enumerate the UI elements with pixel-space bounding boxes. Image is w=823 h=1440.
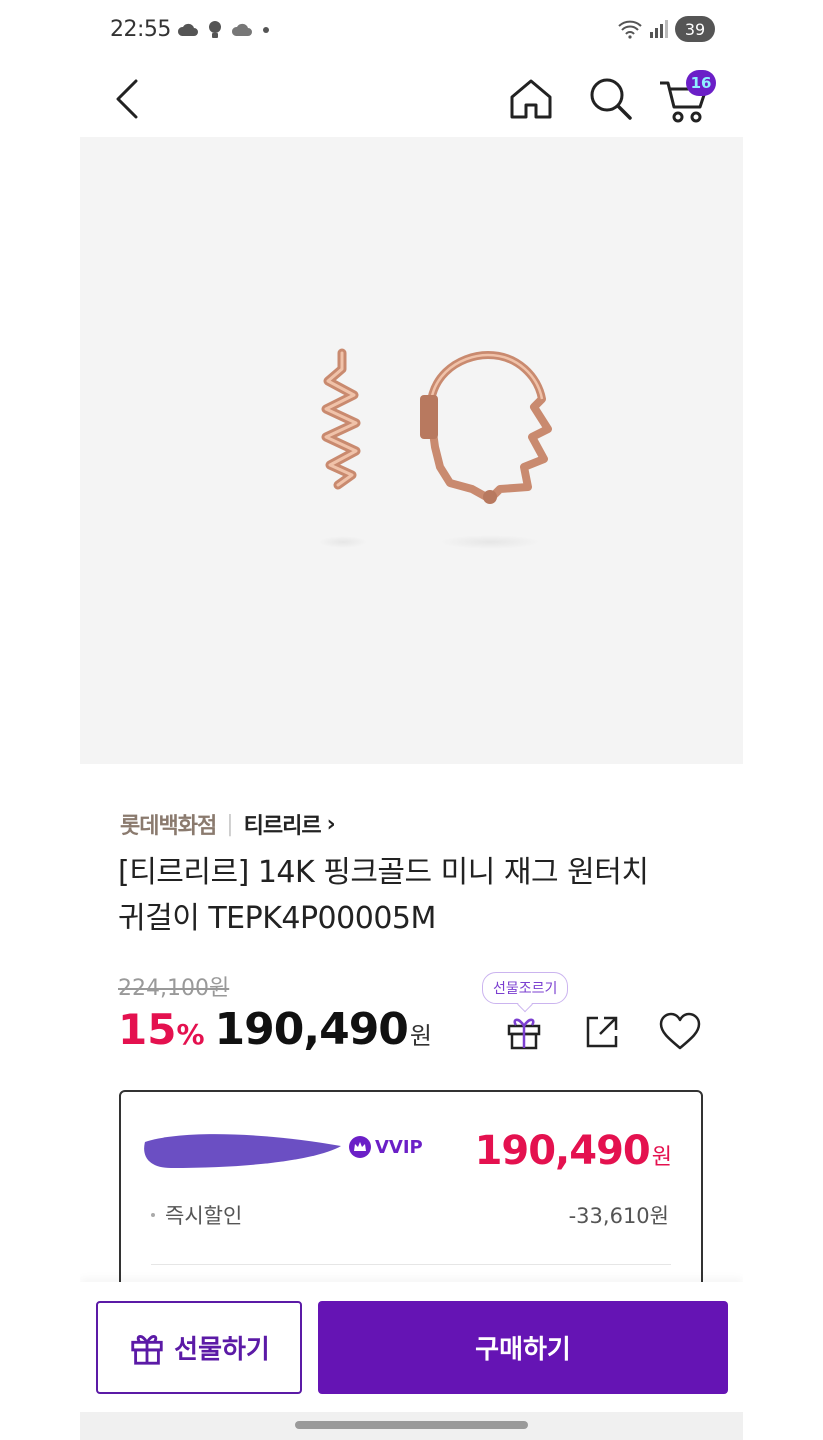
- status-time: 22:55: [110, 17, 171, 42]
- gift-icon: [131, 1334, 163, 1365]
- back-button[interactable]: [102, 74, 152, 124]
- app-frame: 22:55 39 16 롯데백화점 | 티르리르 › [티르리르] 14K 핑크…: [80, 0, 743, 1440]
- brand-separator: |: [226, 811, 234, 837]
- member-price-value: 190,490: [474, 1128, 651, 1174]
- chevron-right-icon: ›: [326, 811, 336, 837]
- battery-indicator: 39: [675, 16, 715, 42]
- product-title: [티르리르] 14K 핑크골드 미니 재그 원터치 귀걸이 TEPK4P0000…: [118, 850, 708, 942]
- member-price: 190,490 원: [474, 1128, 672, 1174]
- member-price-card: 회원가 VVIP 190,490 원 즉시할인 -33,610원: [119, 1090, 703, 1310]
- home-button[interactable]: [504, 72, 558, 126]
- instant-discount-label: 즉시할인: [165, 1204, 243, 1228]
- tier-badge: VVIP: [349, 1136, 423, 1158]
- store-name: 롯데백화점: [120, 814, 217, 839]
- discount-unit: %: [176, 1018, 205, 1051]
- bullet-dot: [151, 1213, 155, 1217]
- wishlist-button[interactable]: [656, 1008, 704, 1056]
- product-title-line2: 귀걸이 TEPK4P00005M: [118, 901, 436, 936]
- gift-request-button[interactable]: [500, 1008, 548, 1056]
- discount-rate: 15: [118, 1005, 177, 1054]
- instant-discount-label-row: 즉시할인: [151, 1200, 242, 1230]
- gift-button-label: 선물하기: [174, 1335, 270, 1365]
- chevron-left-icon: [116, 79, 138, 119]
- crown-icon: [349, 1136, 371, 1158]
- share-button[interactable]: [578, 1008, 626, 1056]
- tier-label: VVIP: [375, 1136, 423, 1158]
- search-icon: [590, 78, 632, 120]
- status-system-icons: 39: [617, 16, 715, 42]
- cloud-icon: [177, 23, 198, 36]
- original-price: 224,100원: [118, 976, 230, 1001]
- gift-request-tooltip[interactable]: 선물조르기: [482, 972, 569, 1004]
- heart-icon: [659, 1012, 701, 1050]
- price-currency: 원: [409, 1022, 433, 1050]
- status-notification-icons: [176, 20, 270, 40]
- gift-icon: [507, 1018, 541, 1050]
- earring-illustration: [319, 348, 552, 549]
- price-row: 15 % 190,490 원: [118, 1004, 432, 1055]
- brand-line: 롯데백화점 | 티르리르 ›: [120, 808, 336, 840]
- share-icon: [586, 1016, 618, 1048]
- gesture-navigation-area: [80, 1412, 743, 1440]
- redaction-scribble: [144, 1134, 341, 1168]
- product-image[interactable]: [80, 137, 743, 764]
- dot-icon: [263, 27, 269, 33]
- bottom-action-bar: 선물하기 구매하기: [80, 1282, 743, 1412]
- status-bar: 22:55 39: [80, 0, 743, 62]
- home-gesture-bar[interactable]: [295, 1421, 528, 1429]
- buy-button[interactable]: 구매하기: [318, 1301, 728, 1394]
- product-title-line1: [티르리르] 14K 핑크골드 미니 재그 원터치: [118, 855, 649, 890]
- signal-icon: [650, 20, 668, 38]
- cloud-outline-icon: [231, 23, 252, 36]
- sale-price: 190,490: [214, 1004, 409, 1055]
- bulb-icon: [209, 21, 221, 38]
- gift-button[interactable]: 선물하기: [96, 1301, 302, 1394]
- home-icon: [510, 79, 552, 119]
- buy-button-label: 구매하기: [475, 1335, 571, 1365]
- instant-discount-value: -33,610원: [568, 1204, 669, 1228]
- member-price-currency: 원: [651, 1145, 672, 1170]
- top-navigation: 16: [80, 62, 743, 137]
- cart-count-badge: 16: [686, 70, 716, 96]
- card-divider: [151, 1264, 671, 1265]
- brand-link[interactable]: 티르리르: [244, 808, 322, 840]
- wifi-icon: [618, 20, 642, 39]
- search-button[interactable]: [584, 72, 638, 126]
- cart-button[interactable]: 16: [654, 70, 716, 128]
